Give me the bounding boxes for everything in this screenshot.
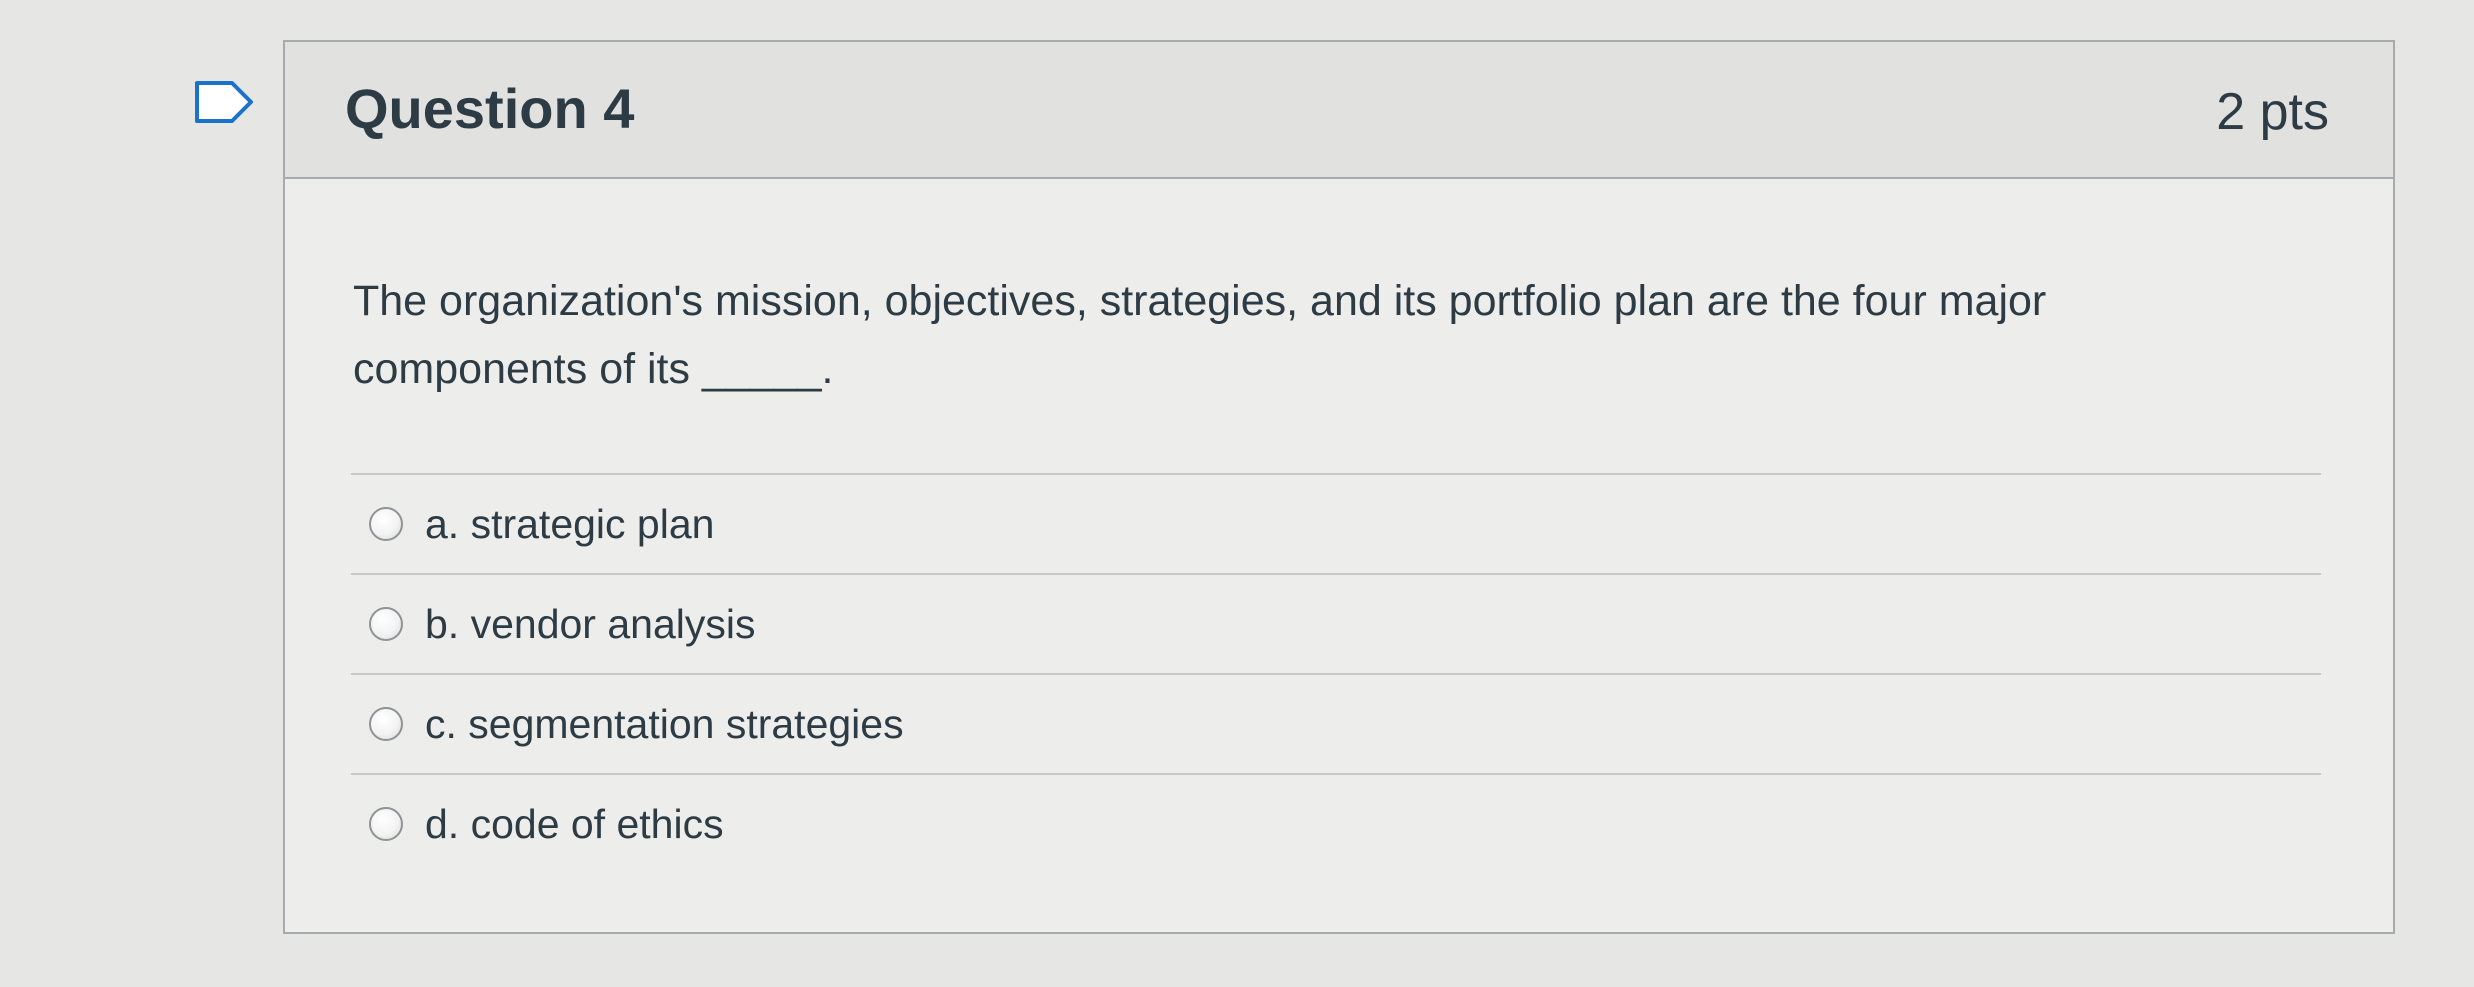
answer-label-d[interactable]: d. code of ethics [425,799,724,849]
answer-label-a[interactable]: a. strategic plan [425,499,714,549]
radio-button-d[interactable] [369,807,403,841]
question-text: The organization's mission, objectives, … [353,277,2047,393]
radio-button-b[interactable] [369,607,403,641]
question-points: 2 pts [2216,83,2329,141]
answer-list: a. strategic plan b. vendor analysis c. … [351,475,2321,875]
answer-option-d[interactable]: d. code of ethics [351,775,2321,875]
answer-option-a[interactable]: a. strategic plan [351,475,2321,575]
answer-label-c[interactable]: c. segmentation strategies [425,699,904,749]
bookmark-flag-icon[interactable] [194,80,254,124]
answer-label-b[interactable]: b. vendor analysis [425,599,755,649]
answer-option-c[interactable]: c. segmentation strategies [351,675,2321,775]
question-body: The organization's mission, objectives, … [285,179,2393,932]
question-card: Question 4 2 pts The organization's miss… [283,40,2395,934]
question-header: Question 4 2 pts [285,42,2393,179]
radio-button-c[interactable] [369,707,403,741]
answer-option-b[interactable]: b. vendor analysis [351,575,2321,675]
radio-button-a[interactable] [369,507,403,541]
question-title: Question 4 [345,77,635,140]
